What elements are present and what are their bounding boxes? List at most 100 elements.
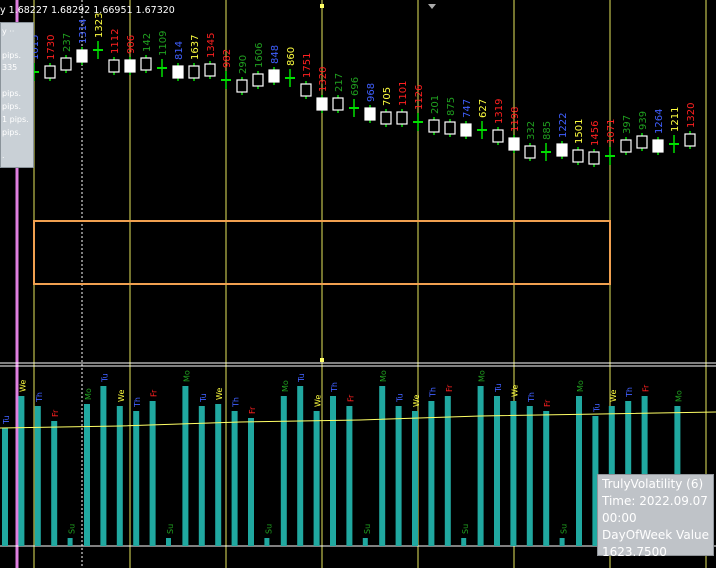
day-of-week-label: Tu xyxy=(396,393,405,403)
candle-body xyxy=(236,79,248,93)
day-of-week-label: Th xyxy=(232,397,241,408)
hist-bar xyxy=(477,386,484,546)
hist-bar xyxy=(51,421,58,546)
day-of-week-label: Tu xyxy=(494,383,503,393)
rect-anchor-top xyxy=(320,4,324,8)
candle-range-label: 982 xyxy=(222,49,233,68)
hist-bar xyxy=(576,396,582,546)
candle-body xyxy=(636,135,648,149)
candle-range-label: 705 xyxy=(382,87,393,106)
day-of-week-label: Fr xyxy=(51,409,60,417)
candle-range-label: 1222 xyxy=(558,113,569,138)
day-of-week-label: Mo xyxy=(281,380,290,392)
candle-body xyxy=(508,137,520,151)
candle-range-label: 1323 xyxy=(94,13,105,38)
day-of-week-label: Fr xyxy=(642,384,651,392)
day-of-week-label: Su xyxy=(461,524,470,534)
candle-range-label: 237 xyxy=(62,33,73,52)
info-line-7: pips. xyxy=(2,128,22,137)
hist-bar xyxy=(559,538,565,546)
day-of-week-label: Th xyxy=(35,392,44,403)
candle-body xyxy=(300,83,312,97)
candle-body xyxy=(60,57,72,71)
candle-body xyxy=(108,59,120,73)
candle-range-label: 968 xyxy=(366,83,377,102)
day-of-week-label: Tu xyxy=(297,373,306,383)
hist-bar xyxy=(395,406,402,546)
hist-bar xyxy=(215,404,222,546)
candle-range-label: 860 xyxy=(286,47,297,66)
day-of-week-label: Fr xyxy=(445,384,454,392)
candle-body xyxy=(44,65,56,79)
hist-bar xyxy=(280,396,287,546)
tooltip-value: 1623.7500 xyxy=(602,545,667,559)
candle-range-label: 848 xyxy=(270,45,281,64)
hist-bar xyxy=(362,538,368,546)
candle-body xyxy=(252,73,264,87)
info-line-5: pips. xyxy=(2,102,22,111)
candle-body xyxy=(684,133,696,147)
day-of-week-label: Th xyxy=(133,397,142,408)
candle-body xyxy=(652,139,664,153)
candle-body xyxy=(620,139,632,153)
day-of-week-label: Su xyxy=(560,524,569,534)
info-panel[interactable]: y ·· pips. 335 pips. pips. 1 pips. pips.… xyxy=(0,22,34,168)
candle-range-label: 1198 xyxy=(510,107,521,132)
hist-bar xyxy=(67,538,73,546)
candle-range-label: 1501 xyxy=(574,119,585,144)
candle-range-label: 1456 xyxy=(590,121,601,146)
hist-bar xyxy=(543,411,550,546)
average-line xyxy=(0,411,716,429)
tooltip-value-label: DayOfWeek Value: xyxy=(602,528,709,542)
hist-bar xyxy=(231,411,238,546)
day-of-week-label: Fr xyxy=(346,394,355,402)
tooltip-time: Time: 2022.09.07 xyxy=(602,494,708,508)
candle-range-label: 1320 xyxy=(686,103,697,128)
day-of-week-label: Tu xyxy=(100,373,109,383)
candle-range-label: 696 xyxy=(350,77,361,96)
hist-bar xyxy=(166,538,171,546)
candle-range-label: 1264 xyxy=(654,109,665,134)
hist-bar xyxy=(428,401,435,546)
candle-range-label: 1211 xyxy=(670,107,681,132)
day-of-week-label: Fr xyxy=(248,406,257,414)
candle-body xyxy=(140,57,152,71)
day-of-week-label: Mo xyxy=(379,370,388,382)
hist-bar xyxy=(379,386,386,546)
candle-body xyxy=(124,59,136,73)
candle-range-label: 1314 xyxy=(78,19,89,44)
candle-range-label: 217 xyxy=(334,73,345,92)
candle-range-label: 1319 xyxy=(494,99,505,124)
candle-range-label: 1345 xyxy=(206,33,217,58)
candle-range-label: 627 xyxy=(478,99,489,118)
hist-bar xyxy=(149,401,156,546)
candle-body xyxy=(76,49,88,63)
day-of-week-label: Fr xyxy=(150,389,159,397)
day-of-week-label: We xyxy=(510,385,519,397)
day-of-week-label: Su xyxy=(166,524,175,534)
hist-bar xyxy=(444,396,451,546)
candle-range-label: 1109 xyxy=(158,31,169,56)
day-of-week-label: Tu xyxy=(199,393,208,403)
hist-bar xyxy=(313,411,320,546)
day-of-week-label: Mo xyxy=(182,370,191,382)
candle-range-label: 142 xyxy=(142,33,153,52)
day-of-week-label: Mo xyxy=(576,380,585,392)
info-line-1: pips. xyxy=(2,51,22,60)
candle-range-label: 1637 xyxy=(190,35,201,60)
day-of-week-label: Su xyxy=(264,524,273,534)
candle-body xyxy=(556,143,568,157)
candle-range-label: 1112 xyxy=(110,29,121,54)
day-of-week-label: Mo xyxy=(84,388,93,400)
hist-bar xyxy=(526,406,533,546)
day-of-week-label: Th xyxy=(428,387,437,398)
candle-range-label: 814 xyxy=(174,41,185,60)
hist-bar xyxy=(330,396,336,546)
candle-body xyxy=(524,145,536,159)
indicator-tooltip: TrulyVolatility (6) Time: 2022.09.07 00:… xyxy=(597,474,714,559)
day-of-week-label: We xyxy=(314,395,323,407)
candle-range-label: 1101 xyxy=(398,81,409,106)
hist-bar xyxy=(461,538,467,546)
candle-range-label: 201 xyxy=(430,95,441,114)
day-of-week-label: We xyxy=(412,395,421,407)
